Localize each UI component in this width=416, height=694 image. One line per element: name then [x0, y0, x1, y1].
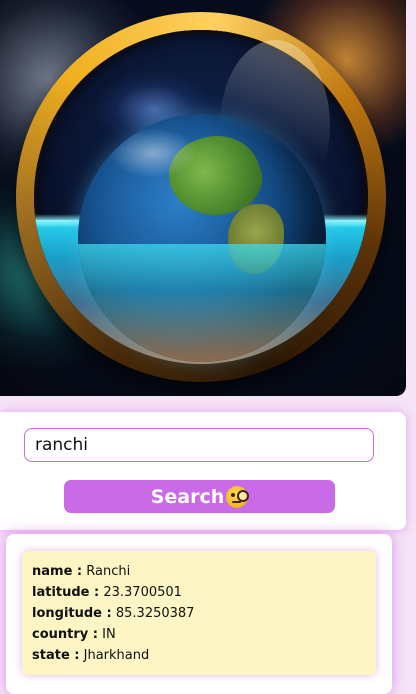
result-row-name: name : Ranchi — [32, 561, 366, 582]
search-card: Search — [0, 412, 406, 530]
search-input[interactable] — [24, 428, 374, 462]
result-key: name : — [32, 564, 83, 579]
glass-reflection — [220, 40, 330, 210]
result-value: Jharkhand — [83, 648, 150, 663]
result-key: state : — [32, 648, 80, 663]
result-row-country: country : IN — [32, 624, 366, 645]
result-row-state: state : Jharkhand — [32, 645, 366, 666]
result-key: country : — [32, 627, 98, 642]
result-value: Ranchi — [86, 564, 131, 579]
result-row-longitude: longitude : 85.3250387 — [32, 603, 366, 624]
hero-image — [0, 0, 406, 396]
result-row-latitude: latitude : 23.3700501 — [32, 582, 366, 603]
search-button[interactable]: Search — [64, 480, 335, 513]
search-button-label: Search — [150, 485, 225, 508]
result-value: 23.3700501 — [103, 585, 182, 600]
globe-shine — [108, 128, 198, 178]
face-with-monocle-icon — [226, 485, 250, 508]
result-key: latitude : — [32, 585, 100, 600]
result-key: longitude : — [32, 606, 112, 621]
result-value: IN — [102, 627, 116, 642]
result-box: name : Ranchi latitude : 23.3700501 long… — [22, 551, 376, 675]
result-card: name : Ranchi latitude : 23.3700501 long… — [6, 534, 392, 694]
result-value: 85.3250387 — [115, 606, 195, 621]
globe-water — [78, 244, 326, 362]
